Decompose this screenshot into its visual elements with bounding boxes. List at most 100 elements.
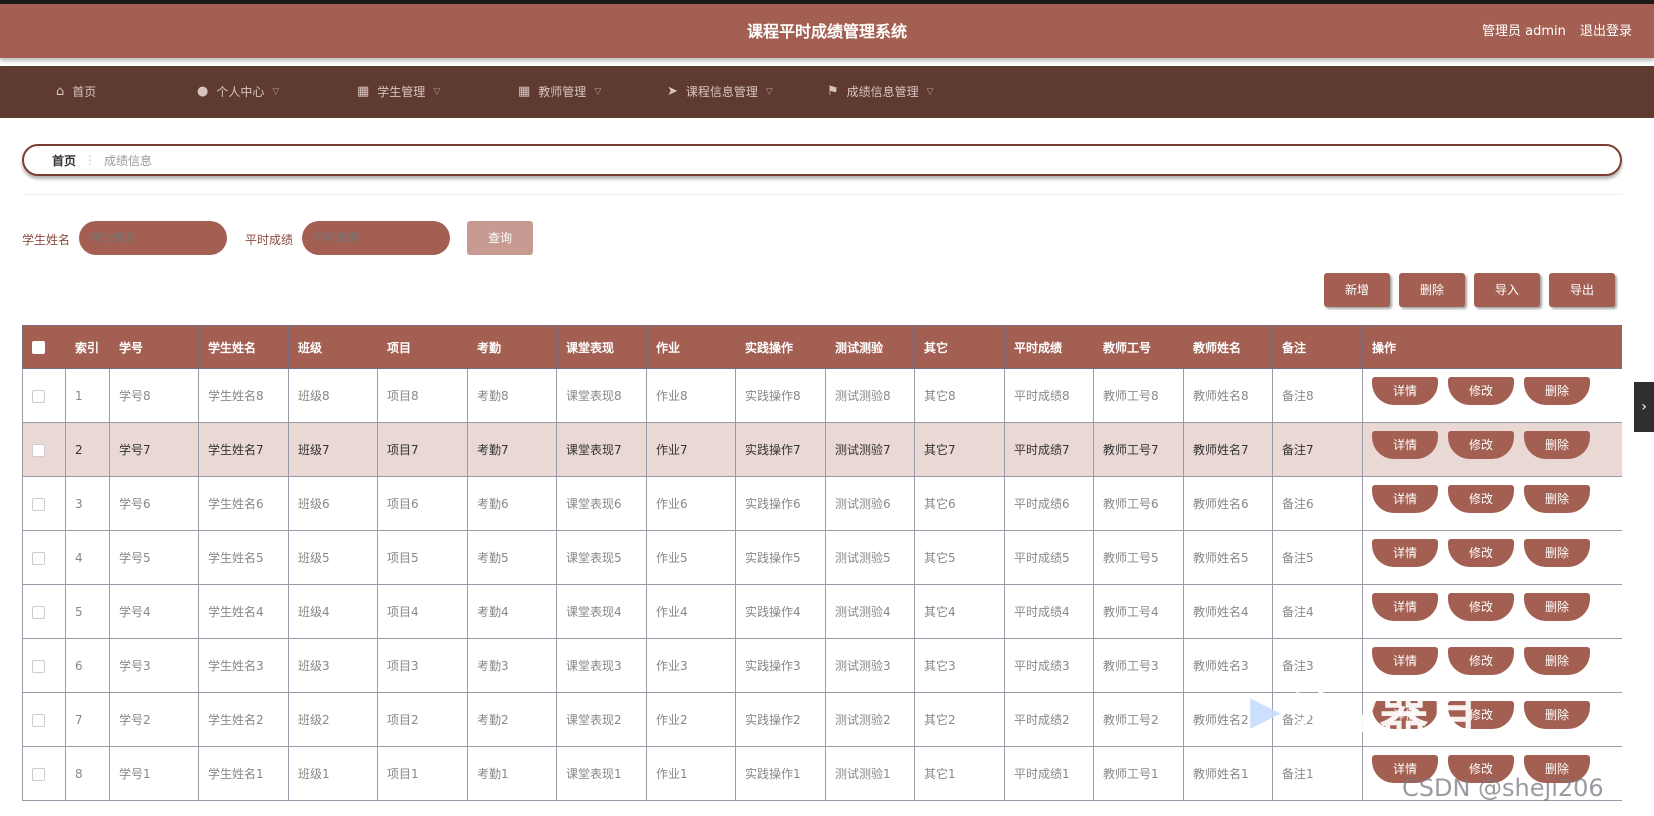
breadcrumb-separator: ⋮ xyxy=(84,153,97,167)
table-cell: 教师工号5 xyxy=(1093,530,1184,585)
import-button[interactable]: 导入 xyxy=(1474,273,1540,307)
table-row[interactable]: 5 学号4 学生姓名4 班级4 项目4 考勤4 课堂表现4 作业4 实践操作4 测试测验4 其它4 平… xyxy=(22,584,1622,639)
detail-button[interactable]: 详情 xyxy=(1372,646,1438,675)
delete-button[interactable]: 删除 xyxy=(1524,376,1590,405)
table-cell: 课堂表现6 xyxy=(556,476,647,531)
table-cell: 考勤3 xyxy=(467,638,557,693)
table-cell: 项目7 xyxy=(377,422,468,477)
nav-item-profile[interactable]: ● 个人中心 ▽ xyxy=(197,66,279,118)
table-cell: 实践操作1 xyxy=(735,746,826,801)
delete-button[interactable]: 删除 xyxy=(1524,538,1590,567)
nav-item-home[interactable]: ⌂ 首页 xyxy=(56,66,96,118)
user-icon: ● xyxy=(197,84,209,99)
table-cell: 其它6 xyxy=(914,476,1005,531)
table-cell: 其它4 xyxy=(914,584,1005,639)
table-cell: 其它7 xyxy=(914,422,1005,477)
table-cell: 作业1 xyxy=(646,746,736,801)
row-checkbox[interactable] xyxy=(32,443,45,457)
row-checkbox[interactable] xyxy=(32,497,45,511)
row-checkbox[interactable] xyxy=(32,551,45,565)
detail-button[interactable]: 详情 xyxy=(1372,376,1438,405)
table-cell: 学生姓名2 xyxy=(198,692,289,747)
table-cell: 项目3 xyxy=(377,638,468,693)
edit-button[interactable]: 修改 xyxy=(1448,646,1514,675)
chevron-down-icon: ▽ xyxy=(765,87,773,97)
table-cell: 考勤7 xyxy=(467,422,557,477)
edit-button[interactable]: 修改 xyxy=(1448,484,1514,513)
video-logo-overlay: ▶ 沙V器目 xyxy=(1250,680,1610,744)
add-button[interactable]: 新增 xyxy=(1324,273,1390,307)
table-cell: 教师工号4 xyxy=(1093,584,1184,639)
table-cell: 平时成绩2 xyxy=(1004,692,1094,747)
logout-link[interactable]: 退出登录 xyxy=(1580,24,1632,39)
table-cell: 测试测验8 xyxy=(825,368,915,423)
table-cell: 教师姓名4 xyxy=(1183,584,1273,639)
current-user: 管理员 admin xyxy=(1481,24,1566,39)
main-nav: ⌂ 首页 ● 个人中心 ▽ ▦ 学生管理 ▽ ▦ 教师管理 ▽ ➤ 课程信息管理… xyxy=(0,66,1654,118)
watermark: CSDN @sheji206 xyxy=(1402,774,1604,802)
query-button[interactable]: 查询 xyxy=(467,221,533,255)
row-actions: 详情 修改 删除 xyxy=(1362,368,1622,423)
chevron-right-icon[interactable]: › xyxy=(1634,382,1654,432)
row-index: 7 xyxy=(65,692,110,747)
table-cell: 平时成绩4 xyxy=(1004,584,1094,639)
divider xyxy=(22,194,1622,195)
edit-button[interactable]: 修改 xyxy=(1448,430,1514,459)
table-row[interactable]: 4 学号5 学生姓名5 班级5 项目5 考勤5 课堂表现5 作业5 实践操作5 测试测验5 其它5 平… xyxy=(22,530,1622,585)
row-select-cell xyxy=(22,368,66,423)
delete-button[interactable]: 删除 xyxy=(1524,430,1590,459)
table-cell: 测试测验1 xyxy=(825,746,915,801)
row-index: 8 xyxy=(65,746,110,801)
column-header: 教师工号 xyxy=(1093,325,1184,369)
top-header-bar: 课程平时成绩管理系统 管理员 admin 退出登录 xyxy=(0,0,1654,58)
table-cell: 课堂表现8 xyxy=(556,368,647,423)
table-row[interactable]: 1 学号8 学生姓名8 班级8 项目8 考勤8 课堂表现8 作业8 实践操作8 测试测验8 其它8 平… xyxy=(22,368,1622,423)
table-row[interactable]: 2 学号7 学生姓名7 班级7 项目7 考勤7 课堂表现7 作业7 实践操作7 测试测验7 其它7 平… xyxy=(22,422,1622,477)
table-cell: 平时成绩7 xyxy=(1004,422,1094,477)
table-cell: 学生姓名1 xyxy=(198,746,289,801)
nav-item-students[interactable]: ▦ 学生管理 ▽ xyxy=(357,66,440,118)
row-checkbox[interactable] xyxy=(32,389,45,403)
select-all-checkbox[interactable] xyxy=(32,341,45,354)
table-cell: 课堂表现5 xyxy=(556,530,647,585)
nav-item-grades[interactable]: ⚑ 成绩信息管理 ▽ xyxy=(827,66,934,118)
table-cell: 项目5 xyxy=(377,530,468,585)
detail-button[interactable]: 详情 xyxy=(1372,484,1438,513)
table-cell: 作业4 xyxy=(646,584,736,639)
send-icon: ➤ xyxy=(667,84,678,99)
table-row[interactable]: 8 学号1 学生姓名1 班级1 项目1 考勤1 课堂表现1 作业1 实践操作1 测试测验1 其它1 平… xyxy=(22,746,1622,801)
table-cell: 项目4 xyxy=(377,584,468,639)
row-checkbox[interactable] xyxy=(32,767,45,781)
table-cell: 班级7 xyxy=(288,422,378,477)
nav-item-teachers[interactable]: ▦ 教师管理 ▽ xyxy=(518,66,601,118)
breadcrumb-home[interactable]: 首页 xyxy=(52,152,76,169)
batch-delete-button[interactable]: 删除 xyxy=(1399,273,1465,307)
detail-button[interactable]: 详情 xyxy=(1372,430,1438,459)
export-button[interactable]: 导出 xyxy=(1549,273,1615,307)
table-cell: 平时成绩8 xyxy=(1004,368,1094,423)
row-select-cell xyxy=(22,692,66,747)
row-checkbox[interactable] xyxy=(32,605,45,619)
edit-button[interactable]: 修改 xyxy=(1448,592,1514,621)
student-name-input[interactable] xyxy=(79,221,227,255)
delete-button[interactable]: 删除 xyxy=(1524,484,1590,513)
table-cell: 测试测验2 xyxy=(825,692,915,747)
detail-button[interactable]: 详情 xyxy=(1372,538,1438,567)
table-cell: 作业3 xyxy=(646,638,736,693)
delete-button[interactable]: 删除 xyxy=(1524,646,1590,675)
table-cell: 课堂表现1 xyxy=(556,746,647,801)
edit-button[interactable]: 修改 xyxy=(1448,538,1514,567)
detail-button[interactable]: 详情 xyxy=(1372,592,1438,621)
nav-item-courses[interactable]: ➤ 课程信息管理 ▽ xyxy=(667,66,773,118)
edit-button[interactable]: 修改 xyxy=(1448,376,1514,405)
row-checkbox[interactable] xyxy=(32,659,45,673)
table-cell: 实践操作3 xyxy=(735,638,826,693)
table-cell: 考勤5 xyxy=(467,530,557,585)
delete-button[interactable]: 删除 xyxy=(1524,592,1590,621)
score-input[interactable] xyxy=(302,221,450,255)
table-cell: 班级1 xyxy=(288,746,378,801)
score-label: 平时成绩 xyxy=(245,233,294,247)
table-row[interactable]: 3 学号6 学生姓名6 班级6 项目6 考勤6 课堂表现6 作业6 实践操作6 测试测验6 其它6 平… xyxy=(22,476,1622,531)
row-select-cell xyxy=(22,746,66,801)
row-checkbox[interactable] xyxy=(32,713,45,727)
